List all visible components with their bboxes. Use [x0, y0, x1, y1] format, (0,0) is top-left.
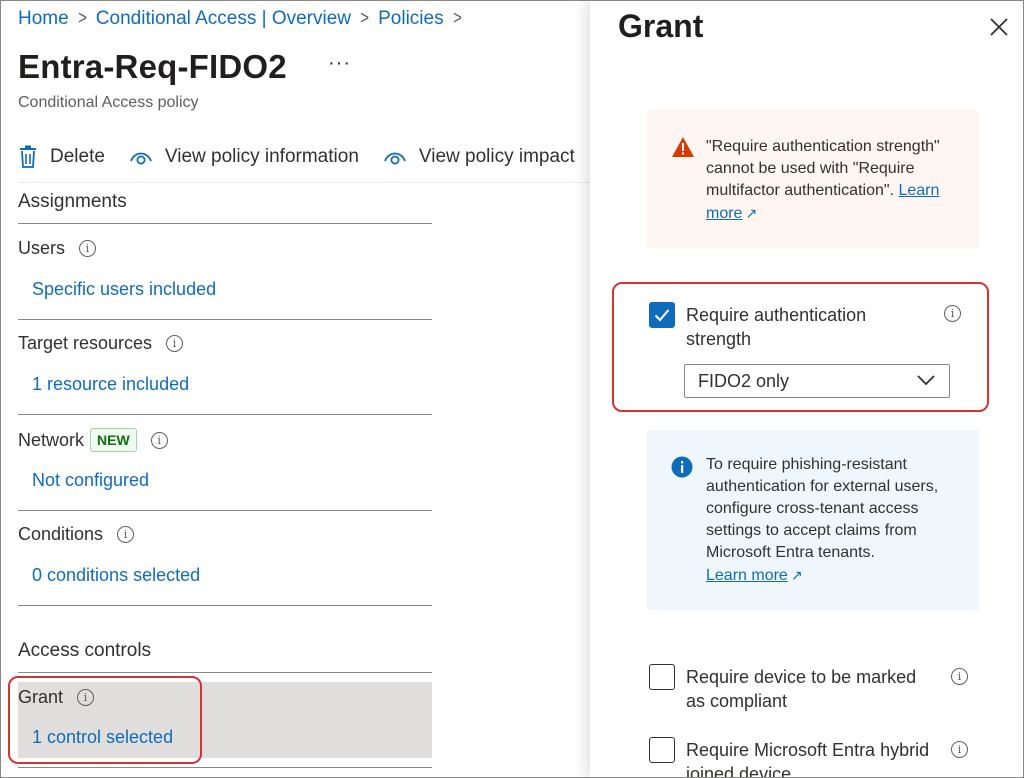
warning-icon [672, 137, 694, 157]
require-compliant-device-label[interactable]: Require device to be marked as compliant [686, 665, 936, 713]
access-controls-heading: Access controls [18, 640, 152, 661]
require-hybrid-joined-label[interactable]: Require Microsoft Entra hybrid joined de… [686, 738, 936, 778]
panel-title: Grant [618, 8, 704, 44]
info-text-block: To require phishing-resistant authentica… [706, 454, 964, 587]
divider [18, 414, 432, 415]
network-label: Network NEW i [18, 428, 168, 452]
conditions-link[interactable]: 0 conditions selected [32, 565, 200, 586]
info-icon[interactable]: i [150, 431, 168, 449]
external-link-icon: ↗ [745, 205, 758, 221]
toolbar-divider [18, 182, 590, 183]
eye-icon [130, 152, 152, 165]
info-icon[interactable]: i [951, 741, 968, 758]
require-compliant-device-checkbox[interactable] [649, 664, 675, 690]
external-link-icon: ↗ [790, 567, 803, 583]
target-resources-label: Target resources i [18, 333, 184, 354]
info-icon[interactable]: i [117, 526, 135, 543]
command-bar: Delete View policy information View poli… [18, 138, 590, 176]
users-link[interactable]: Specific users included [32, 279, 216, 300]
info-icon[interactable]: i [951, 668, 968, 685]
breadcrumb-policies[interactable]: Policies [378, 8, 443, 29]
divider [18, 605, 432, 606]
delete-label: Delete [50, 146, 105, 167]
assignments-heading: Assignments [18, 191, 127, 212]
eye-icon [384, 152, 406, 165]
info-message: To require phishing-resistant authentica… [647, 430, 979, 610]
page-subtitle: Conditional Access policy [18, 94, 199, 111]
policy-pane: Home > Conditional Access | Overview > Polic… [0, 0, 590, 778]
breadcrumb-home[interactable]: Home [18, 8, 69, 29]
chevron-right-icon: > [77, 8, 87, 29]
target-resources-label-text: Target resources [18, 333, 153, 353]
require-hybrid-joined-checkbox[interactable] [649, 737, 675, 763]
info-filled-icon [671, 456, 693, 478]
trash-icon [20, 145, 36, 168]
chevron-right-icon: > [452, 8, 462, 29]
users-label: Users i [18, 238, 97, 259]
conditions-label: Conditions i [18, 524, 135, 545]
users-label-text: Users [18, 238, 66, 258]
auth-strength-highlight-box [612, 282, 989, 412]
delete-button[interactable]: Delete [18, 145, 105, 169]
chevron-right-icon: > [360, 8, 370, 29]
page-title: Entra-Req-FIDO2 [18, 48, 287, 85]
warning-message: "Require authentication strength" cannot… [647, 110, 979, 248]
view-policy-impact-label: View policy impact [418, 146, 575, 167]
conditions-label-text: Conditions [18, 524, 104, 544]
network-link[interactable]: Not configured [32, 470, 149, 491]
info-text: To require phishing-resistant authentica… [706, 456, 939, 561]
view-policy-impact-button[interactable]: View policy impact [383, 146, 575, 168]
info-learn-more-link[interactable]: Learn more [706, 567, 788, 584]
divider [18, 767, 432, 768]
breadcrumb-ca-overview[interactable]: Conditional Access | Overview [96, 8, 351, 29]
close-icon[interactable] [988, 16, 1010, 38]
divider [18, 223, 432, 224]
target-resources-link[interactable]: 1 resource included [32, 374, 189, 395]
divider [18, 319, 432, 320]
info-icon[interactable]: i [79, 240, 97, 257]
more-icon[interactable]: ··· [328, 52, 351, 75]
grant-panel: Grant "Require authentication strength" … [590, 0, 1024, 778]
warning-text-block: "Require authentication strength" cannot… [706, 136, 964, 225]
divider [18, 510, 432, 511]
breadcrumb: Home > Conditional Access | Overview > Polic… [18, 8, 471, 30]
network-label-text: Network [18, 429, 85, 450]
view-policy-information-label: View policy information [164, 146, 359, 167]
view-policy-information-button[interactable]: View policy information [129, 146, 359, 168]
divider [18, 672, 432, 673]
new-badge: NEW [90, 428, 137, 452]
grant-highlight-box [8, 676, 202, 764]
info-icon[interactable]: i [166, 335, 184, 352]
